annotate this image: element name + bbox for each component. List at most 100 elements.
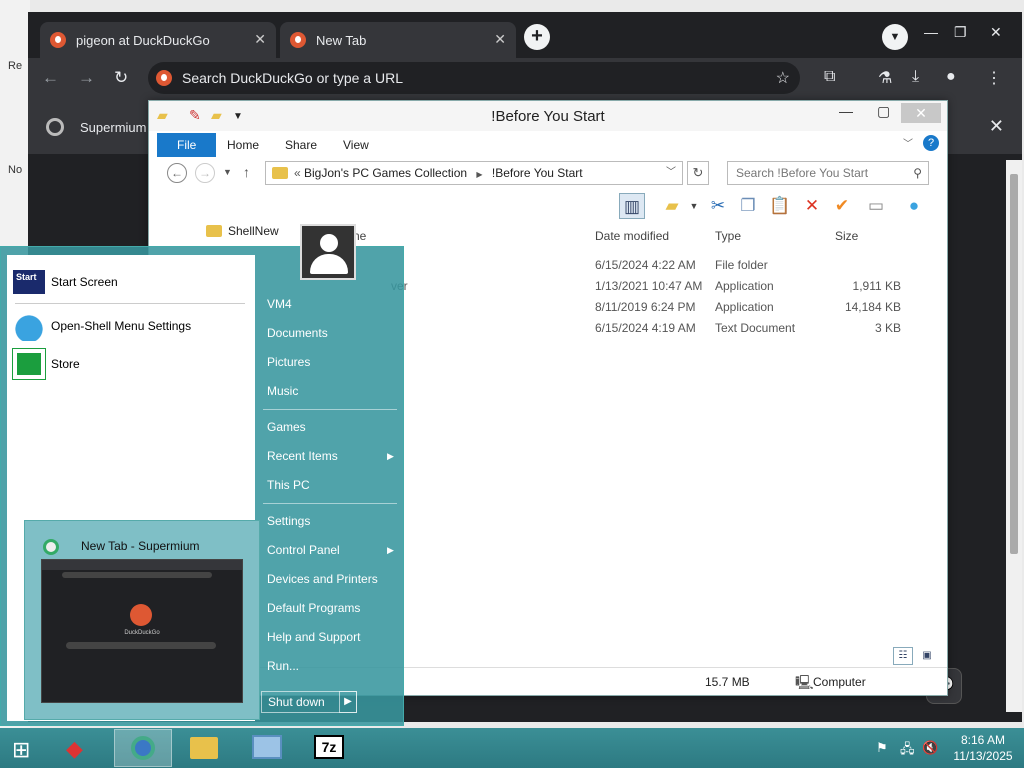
duckduckgo-icon bbox=[290, 32, 306, 48]
control-panel-icon bbox=[252, 735, 282, 759]
close-button[interactable]: ✕ bbox=[901, 103, 941, 123]
menu-item-recent[interactable]: Recent Items bbox=[267, 449, 338, 463]
shellnew-item[interactable]: ShellNew bbox=[206, 224, 279, 238]
profile-icon[interactable]: ● bbox=[946, 68, 956, 86]
menu-item-default-programs[interactable]: Default Programs bbox=[267, 601, 360, 615]
explorer-titlebar: ▰ ✎ ▰ ▼ !Before You Start — ▢ ✕ bbox=[149, 101, 947, 131]
menu-item-music[interactable]: Music bbox=[267, 384, 298, 398]
new-tab-button[interactable]: + bbox=[524, 24, 550, 50]
tab-share[interactable]: Share bbox=[285, 133, 317, 157]
breadcrumb-item[interactable]: BigJon's PC Games Collection bbox=[304, 166, 467, 180]
preview-address-bar bbox=[62, 572, 212, 578]
duckduckgo-icon bbox=[50, 32, 66, 48]
menu-item-vm4[interactable]: VM4 bbox=[267, 297, 292, 311]
user-avatar[interactable] bbox=[300, 224, 356, 280]
menu-item-run[interactable]: Run... bbox=[267, 659, 299, 673]
forward-icon[interactable]: → bbox=[78, 68, 95, 88]
tab-pigeon[interactable]: pigeon at DuckDuckGo ✕ bbox=[40, 22, 276, 58]
taskbar-app-red[interactable]: ◆ bbox=[52, 729, 110, 767]
type-header[interactable]: Type bbox=[715, 229, 741, 243]
minimize-icon[interactable]: — bbox=[839, 103, 853, 119]
back-icon[interactable]: ← bbox=[42, 68, 59, 88]
start-button[interactable]: ⊞ bbox=[0, 729, 50, 767]
download-icon[interactable]: ⤓ bbox=[912, 68, 919, 86]
volume-muted-icon[interactable]: 🔇 bbox=[922, 740, 938, 756]
menu-item-pictures[interactable]: Pictures bbox=[267, 355, 310, 369]
menu-item-games[interactable]: Games bbox=[267, 420, 306, 434]
size-header[interactable]: Size bbox=[835, 229, 858, 243]
menu-item-this-pc[interactable]: This PC bbox=[267, 478, 310, 492]
taskbar-control-panel[interactable] bbox=[238, 729, 296, 767]
scrollbar[interactable] bbox=[1006, 160, 1022, 712]
preview-pane-icon[interactable]: ▥ bbox=[619, 193, 645, 219]
shutdown-options-icon[interactable]: ▶ bbox=[339, 691, 357, 713]
open-shell-settings-item[interactable]: Open-Shell Menu Settings bbox=[13, 309, 191, 343]
paste-icon[interactable]: 📋 bbox=[767, 193, 793, 219]
network-icon[interactable]: 🖧 bbox=[900, 740, 915, 762]
address-bar[interactable]: « BigJon's PC Games Collection ▶ !Before… bbox=[265, 161, 683, 185]
chevron-down-icon[interactable]: ﹀ bbox=[666, 162, 676, 184]
menu-item-settings[interactable]: Settings bbox=[267, 514, 310, 528]
maximize-icon[interactable]: ▢ bbox=[877, 103, 890, 120]
check-icon[interactable]: ✔ bbox=[829, 193, 855, 219]
tab-home[interactable]: Home bbox=[227, 133, 259, 157]
chevron-down-icon[interactable]: ▼ bbox=[882, 24, 908, 50]
minimize-icon[interactable]: — bbox=[924, 24, 938, 40]
address-row: ← → ▼ ↑ « BigJon's PC Games Collection ▶… bbox=[157, 161, 941, 187]
store-item[interactable]: Store bbox=[12, 347, 80, 381]
copy-icon[interactable]: ❐ bbox=[735, 193, 761, 219]
menu-icon[interactable]: ⋮ bbox=[986, 68, 1002, 88]
labs-flask-icon[interactable]: ⚗ bbox=[878, 68, 892, 88]
up-arrow-icon[interactable]: ↑ bbox=[243, 164, 250, 180]
date-modified-header[interactable]: Date modified bbox=[595, 229, 669, 243]
menu-item-devices[interactable]: Devices and Printers bbox=[267, 572, 378, 586]
divider bbox=[263, 409, 397, 410]
extensions-icon[interactable]: ⧉ bbox=[824, 68, 835, 86]
scroll-thumb[interactable] bbox=[1010, 174, 1018, 554]
close-icon[interactable]: ✕ bbox=[494, 31, 506, 48]
cut-icon[interactable]: ✂ bbox=[705, 193, 731, 219]
reload-icon[interactable]: ↻ bbox=[114, 68, 128, 88]
forward-icon[interactable]: → bbox=[195, 163, 215, 183]
chevron-down-icon[interactable]: ﹀ bbox=[903, 133, 913, 157]
close-icon[interactable]: ✕ bbox=[254, 31, 266, 48]
chevron-right-icon[interactable]: ▶ bbox=[470, 170, 488, 179]
chevron-down-icon[interactable]: ▼ bbox=[223, 167, 232, 177]
type-cell: Application bbox=[715, 279, 774, 293]
type-cell: File folder bbox=[715, 258, 768, 272]
close-icon[interactable]: ✕ bbox=[989, 116, 1004, 137]
close-icon[interactable]: ✕ bbox=[990, 24, 1002, 41]
taskbar-7zip[interactable]: 7z bbox=[300, 729, 358, 767]
supermium-icon bbox=[46, 118, 64, 136]
menu-item-documents[interactable]: Documents bbox=[267, 326, 328, 340]
open-shell-icon[interactable]: ● bbox=[901, 193, 927, 219]
details-view-icon[interactable]: ☷ bbox=[893, 647, 913, 665]
large-icons-view-icon[interactable]: ▣ bbox=[917, 647, 937, 665]
taskbar-supermium[interactable] bbox=[114, 729, 172, 767]
network-error-icon[interactable]: ⚑ bbox=[876, 740, 888, 756]
tab-new-tab[interactable]: New Tab ✕ bbox=[280, 22, 516, 58]
chevron-down-icon[interactable]: ▼ bbox=[681, 193, 707, 219]
breadcrumb-item[interactable]: !Before You Start bbox=[492, 166, 583, 180]
rename-icon[interactable]: ▭ bbox=[863, 193, 889, 219]
chevron-right-icon: ▶ bbox=[387, 545, 394, 555]
tab-file[interactable]: File bbox=[157, 133, 217, 157]
overflow-chevron-icon[interactable]: « bbox=[294, 166, 304, 180]
desktop-text: Re bbox=[8, 60, 23, 72]
menu-item-help[interactable]: Help and Support bbox=[267, 630, 360, 644]
delete-icon[interactable]: ✕ bbox=[799, 193, 825, 219]
maximize-icon[interactable]: ❐ bbox=[954, 24, 967, 41]
supermium-icon bbox=[131, 736, 155, 760]
clock[interactable]: 8:16 AM 11/13/2025 bbox=[950, 732, 1016, 764]
start-screen-item[interactable]: Start Start Screen bbox=[13, 265, 118, 299]
bookmark-star-icon[interactable]: ☆ bbox=[776, 68, 790, 88]
refresh-icon[interactable]: ↻ bbox=[687, 161, 709, 185]
taskbar-explorer[interactable] bbox=[176, 729, 234, 767]
address-bar[interactable]: Search DuckDuckGo or type a URL ☆ bbox=[148, 62, 800, 94]
back-icon[interactable]: ← bbox=[167, 163, 187, 183]
tab-view[interactable]: View bbox=[343, 133, 369, 157]
help-icon[interactable]: ? bbox=[923, 135, 939, 151]
taskbar-thumbnail[interactable]: New Tab - Supermium DuckDuckGo bbox=[24, 520, 260, 720]
search-input[interactable]: Search !Before You Start ⚲ bbox=[727, 161, 929, 185]
menu-item-control-panel[interactable]: Control Panel bbox=[267, 543, 340, 557]
